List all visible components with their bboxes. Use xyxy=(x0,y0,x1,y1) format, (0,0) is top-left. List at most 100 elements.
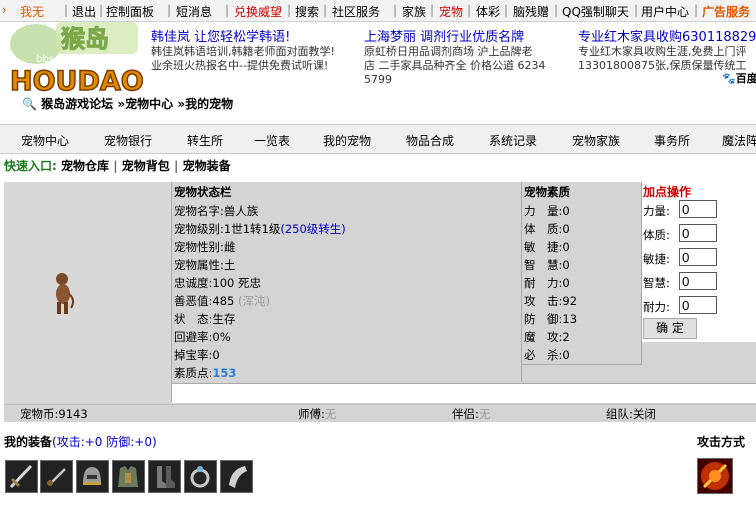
add-strength-input[interactable] xyxy=(679,200,717,218)
team-value: 关闭 xyxy=(632,407,656,421)
attack-mode-fire-icon[interactable] xyxy=(697,458,733,494)
quality-value: 0 xyxy=(562,204,570,218)
pet-dodge-label: 回避率: xyxy=(174,330,213,344)
partner-label: 伴侣: xyxy=(452,407,479,421)
breadcrumb-section[interactable]: 宠物中心 xyxy=(125,97,173,111)
breadcrumb: 🔍 猴岛游戏论坛 »宠物中心 »我的宠物 xyxy=(22,95,233,112)
pet-state-label: 状 态: xyxy=(174,312,213,326)
pet-monkey-icon xyxy=(56,273,75,314)
logo-houdao-text: HOUDAO xyxy=(10,66,144,96)
rebirth-level-link[interactable]: (250级转生) xyxy=(280,222,345,236)
ad-shanghai-title[interactable]: 上海梦丽 调剂行业优质名牌 xyxy=(364,26,572,45)
quick-entry: 快速入口: 宠物仓库 | 宠物背包 | 宠物装备 xyxy=(4,159,231,173)
nav-item-user-center[interactable]: 用户中心 xyxy=(641,3,689,20)
quality-label: 力 量: xyxy=(524,204,563,218)
master-value: 无 xyxy=(324,407,337,421)
nav-item-search[interactable]: 搜索 xyxy=(295,3,319,20)
add-points-header: 加点操作 xyxy=(643,185,692,199)
logo-url-text: bbs.houdao.com xyxy=(36,54,119,65)
partner-value: 无 xyxy=(478,407,491,421)
master-label: 师傅: xyxy=(298,407,325,421)
ad-shanghai[interactable]: 上海梦丽 调剂行业优质名牌 原虹桥日用品调剂商场 沪上品牌老 店 二手家具品种齐… xyxy=(364,26,572,87)
equip-slot-bracer-icon[interactable] xyxy=(220,460,253,493)
pet-quality-cell: 宠物素质 力 量:0 体 质:0 敏 捷:0 智 慧:0 耐 力:0 攻 击:9… xyxy=(522,182,642,365)
equipment-header: 我的装备(攻击:+0 防御:+0) xyxy=(4,433,157,450)
equip-slot-ring-icon[interactable] xyxy=(184,460,217,493)
equip-slot-armor-icon[interactable] xyxy=(112,460,145,493)
quick-link-warehouse[interactable]: 宠物仓库 xyxy=(61,159,109,173)
add-points-label: 耐力: xyxy=(643,300,670,314)
add-agility-input[interactable] xyxy=(679,248,717,266)
ad-furniture-title[interactable]: 专业红木家具收购630118829 xyxy=(578,26,756,45)
tab-rebirth[interactable]: 转生所 xyxy=(187,132,223,149)
quality-value: 0 xyxy=(562,348,570,362)
ad-korean[interactable]: 韩佳岚 让您轻松学韩语! 韩佳岚韩语培训,韩籍老师面对面教学! 业余班火热报名中… xyxy=(151,26,356,73)
ad-furniture[interactable]: 专业红木家具收购630118829 专业红木家具收购生涯,免费上门评 13301… xyxy=(578,26,756,73)
nav-item-community[interactable]: 社区服务 xyxy=(332,3,380,20)
quality-value: 2 xyxy=(562,330,570,344)
tab-pet-center[interactable]: 宠物中心 xyxy=(21,132,69,149)
coins-value: 9143 xyxy=(58,407,88,421)
pet-level-row: 宠物级别:1世1转1级(250级转生) xyxy=(174,221,346,237)
equip-slot-boots-icon[interactable] xyxy=(148,460,181,493)
pet-attr-label: 宠物属性: xyxy=(174,258,224,272)
coins-label: 宠物币: xyxy=(20,407,59,421)
pet-name-value: 兽人族 xyxy=(223,204,259,218)
baidu-link[interactable]: 🐾百度 xyxy=(722,70,756,86)
nav-item-gift[interactable]: 脑残赠 xyxy=(513,3,549,20)
ad-korean-title[interactable]: 韩佳岚 让您轻松学韩语! xyxy=(151,26,356,45)
quality-label: 智 慧: xyxy=(524,258,563,272)
add-stamina-input[interactable] xyxy=(679,296,717,314)
equip-slot-helmet-icon[interactable] xyxy=(76,460,109,493)
tab-my-pet[interactable]: 我的宠物 xyxy=(323,132,371,149)
equip-slot-dagger-icon[interactable] xyxy=(40,460,73,493)
pet-loyalty-row: 忠诚度:100 死忠 xyxy=(174,275,261,291)
tab-system-log[interactable]: 系统记录 xyxy=(489,132,537,149)
pet-gender-label: 宠物性别: xyxy=(174,240,224,254)
equip-slot-sword-icon[interactable] xyxy=(5,460,38,493)
tab-office[interactable]: 事务所 xyxy=(654,132,690,149)
pet-status-cell: 宠物状态栏 宠物名字:兽人族 宠物级别:1世1转1级(250级转生) 宠物性别:… xyxy=(172,182,522,382)
nav-item-messages[interactable]: 短消息 xyxy=(176,3,212,20)
nav-item-lottery[interactable]: 体彩 xyxy=(476,3,500,20)
pet-attr-row: 宠物属性:土 xyxy=(174,257,235,273)
tab-pet-family[interactable]: 宠物家族 xyxy=(572,132,620,149)
quality-row: 智 慧:0 xyxy=(524,257,570,273)
site-logo[interactable]: 猴岛 bbs.houdao.com HOUDAO xyxy=(6,14,146,98)
pet-status-header: 宠物状态栏 xyxy=(174,185,232,199)
tab-pet-bank[interactable]: 宠物银行 xyxy=(104,132,152,149)
quick-link-equipment[interactable]: 宠物装备 xyxy=(183,159,231,173)
ad-korean-line: 韩佳岚韩语培训,韩籍老师面对面教学! xyxy=(151,45,335,58)
pet-points-row: 素质点:153 xyxy=(174,365,236,381)
tab-overview[interactable]: 一览表 xyxy=(254,132,290,149)
pet-gender-row: 宠物性别:雌 xyxy=(174,239,235,255)
add-constitution-input[interactable] xyxy=(679,224,717,242)
nav-item-family[interactable]: 家族 xyxy=(402,3,426,20)
quick-link-backpack[interactable]: 宠物背包 xyxy=(122,159,170,173)
pet-level-label: 宠物级别: xyxy=(174,222,224,236)
tab-item-craft[interactable]: 物品合成 xyxy=(406,132,454,149)
pet-tabs: 宠物中心 宠物银行 转生所 一览表 我的宠物 物品合成 系统记录 宠物家族 事务… xyxy=(0,124,756,154)
quality-label: 敏 捷: xyxy=(524,240,563,254)
add-wisdom-input[interactable] xyxy=(679,272,717,290)
pet-dodge-value: 0% xyxy=(212,330,231,344)
pet-state-value: 生存 xyxy=(212,312,236,326)
quality-value: 0 xyxy=(562,240,570,254)
nav-item-exchange[interactable]: 兑换威望 xyxy=(234,3,282,20)
attack-mode-label: 攻击方式 xyxy=(697,435,746,449)
quality-label: 必 杀: xyxy=(524,348,563,362)
pet-attr-value: 土 xyxy=(223,258,236,272)
nav-item-pet[interactable]: 宠物 xyxy=(439,3,463,20)
pet-level-value: 1世1转1级 xyxy=(223,222,281,236)
nav-item-qq-chat[interactable]: QQ强制聊天 xyxy=(562,3,629,20)
confirm-button[interactable]: 确 定 xyxy=(643,318,697,339)
breadcrumb-site[interactable]: 猴岛游戏论坛 xyxy=(41,97,113,111)
quality-row: 防 御:13 xyxy=(524,311,577,327)
equipment-stats: (攻击:+0 防御:+0) xyxy=(52,435,157,449)
add-points-label: 智慧: xyxy=(643,276,670,290)
ad-shanghai-line: 5799 xyxy=(364,73,392,86)
ad-shanghai-line: 店 二手家具品种齐全 价格公道 6234 xyxy=(364,59,546,72)
nav-item-ad-service[interactable]: 广告服务 xyxy=(702,3,750,20)
pet-points-value: 153 xyxy=(212,366,237,380)
tab-magic-circle[interactable]: 魔法阵 xyxy=(722,132,756,149)
